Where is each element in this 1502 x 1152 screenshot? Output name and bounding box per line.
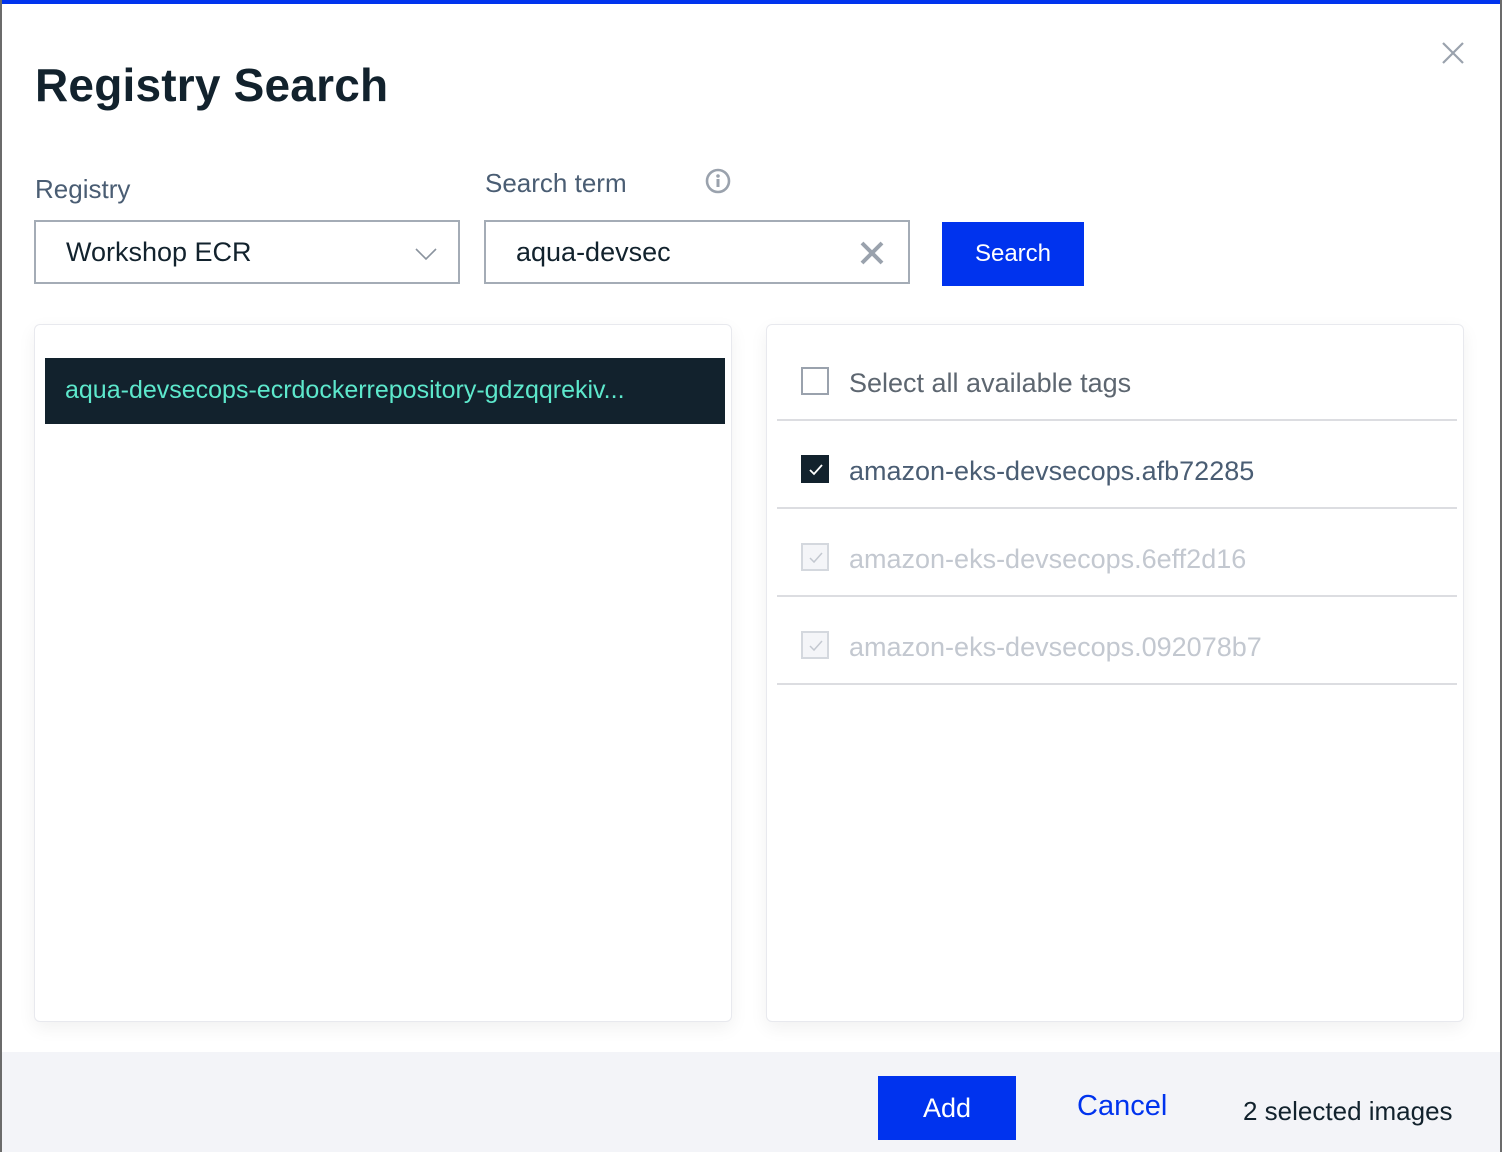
select-all-label: Select all available tags xyxy=(849,368,1132,398)
tag-row: amazon-eks-devsecops.092078b7 xyxy=(777,597,1457,685)
select-all-tags-row[interactable]: Select all available tags xyxy=(777,333,1457,421)
add-button[interactable]: Add xyxy=(878,1076,1016,1140)
tag-checkbox-disabled xyxy=(801,543,829,571)
dialog-footer: Add Cancel 2 selected images xyxy=(2,1052,1500,1152)
checkmark-icon xyxy=(809,552,823,564)
repository-list-panel: aqua-devsecops-ecrdockerrepository-gdzqq… xyxy=(34,324,732,1022)
tag-name: amazon-eks-devsecops.afb72285 xyxy=(849,456,1255,486)
selected-images-count: 2 selected images xyxy=(1243,1096,1453,1126)
registry-search-dialog: Registry Search Registry Workshop ECR Se… xyxy=(2,0,1500,1152)
checkmark-icon xyxy=(809,640,823,652)
info-icon[interactable] xyxy=(704,167,732,195)
tag-checkbox-disabled xyxy=(801,631,829,659)
tag-name: amazon-eks-devsecops.6eff2d16 xyxy=(849,544,1247,574)
tag-row[interactable]: amazon-eks-devsecops.afb72285 xyxy=(777,421,1457,509)
search-term-input[interactable] xyxy=(516,234,846,270)
checkmark-icon xyxy=(809,464,823,476)
registry-select[interactable]: Workshop ECR xyxy=(34,220,460,284)
dialog-title: Registry Search xyxy=(35,59,389,111)
registry-label: Registry xyxy=(35,174,131,204)
search-term-label: Search term xyxy=(485,168,627,198)
tag-checkbox[interactable] xyxy=(801,455,829,483)
chevron-down-icon xyxy=(415,248,437,261)
close-icon xyxy=(1442,42,1464,64)
tags-list-panel: Select all available tags amazon-eks-dev… xyxy=(766,324,1464,1022)
clear-search-button[interactable] xyxy=(858,239,886,267)
registry-select-value: Workshop ECR xyxy=(66,237,252,267)
clear-icon xyxy=(860,241,884,265)
select-all-checkbox[interactable] xyxy=(801,367,829,395)
close-button[interactable] xyxy=(1438,38,1468,68)
cancel-button[interactable]: Cancel xyxy=(1077,1090,1167,1123)
repository-item[interactable]: aqua-devsecops-ecrdockerrepository-gdzqq… xyxy=(45,358,725,424)
search-button[interactable]: Search xyxy=(942,222,1084,286)
tag-row: amazon-eks-devsecops.6eff2d16 xyxy=(777,509,1457,597)
tag-name: amazon-eks-devsecops.092078b7 xyxy=(849,632,1262,662)
search-term-field xyxy=(484,220,910,284)
